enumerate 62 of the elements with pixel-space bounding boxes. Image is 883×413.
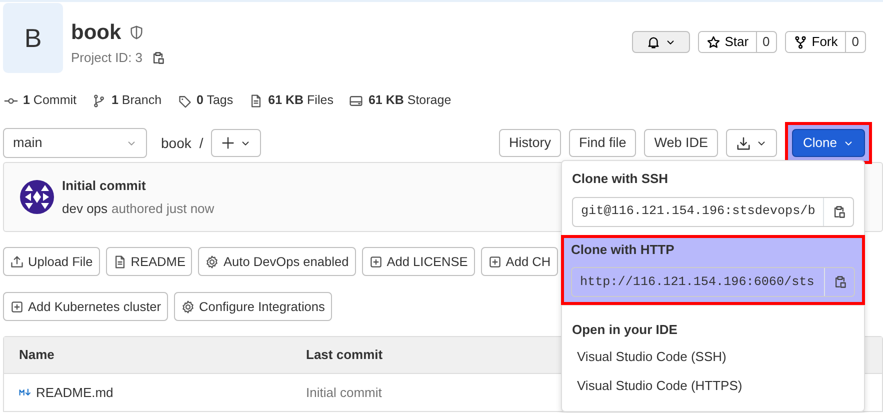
file-icon [249, 94, 264, 108]
quick-action-button[interactable]: Configure Integrations [174, 292, 332, 321]
bell-icon [646, 34, 661, 50]
url-field[interactable]: git@116.121.154.196:stsdevops/b [572, 196, 854, 226]
column-header: Last commit [306, 346, 383, 364]
settings-icon [181, 300, 196, 314]
stat-link[interactable]: 1 Commit [23, 91, 76, 110]
section-title: Open in your IDE [572, 321, 678, 339]
copy-icon [832, 275, 846, 289]
commit-time: authored just now [112, 200, 214, 218]
notification-button[interactable] [632, 31, 690, 53]
download-button[interactable] [726, 129, 778, 157]
copy-icon [150, 50, 165, 65]
file-link[interactable]: README.md [36, 382, 114, 402]
toolbar-button[interactable]: History [498, 129, 561, 157]
quick-action-button[interactable]: Add Kubernetes cluster [3, 292, 168, 321]
section-title: Clone with SSH [572, 170, 670, 188]
star-icon [706, 34, 721, 50]
quick-action-button[interactable]: README [106, 247, 192, 276]
toolbar-button[interactable]: Web IDE [644, 129, 718, 157]
column-header: Name [18, 346, 56, 364]
toolbar-button[interactable]: Find file [568, 129, 636, 157]
add-dropdown-button[interactable] [211, 129, 262, 157]
project-name: book [71, 21, 122, 44]
commit-message: Initial commit [306, 384, 382, 402]
file-icon [112, 254, 127, 268]
ide-link[interactable]: Visual Studio Code (SSH) [562, 342, 864, 371]
breadcrumb-separator: / [199, 134, 204, 152]
count: 0 [844, 32, 865, 52]
ide-link[interactable]: Visual Studio Code (HTTPS) [562, 371, 864, 400]
url-field[interactable]: http://116.121.154.196:6060/sts [571, 267, 855, 297]
plus-icon [368, 254, 383, 268]
stat-link[interactable]: 0 Tags [196, 91, 234, 110]
plus-icon [221, 136, 236, 150]
stat-link[interactable]: 1 Branch [111, 91, 162, 110]
project-avatar: B [3, 3, 63, 73]
breadcrumb-link[interactable]: book [161, 132, 192, 154]
quick-action-button[interactable]: Auto DevOps enabled [198, 247, 356, 276]
copy-icon [832, 204, 846, 218]
stat-link[interactable]: 61 KB Files [268, 91, 334, 110]
tag-icon [178, 94, 192, 108]
section-title: Clone with HTTP [571, 240, 676, 258]
download-icon [736, 136, 752, 150]
branch-select[interactable]: main [3, 128, 147, 158]
branch-icon [92, 94, 106, 108]
storage-icon [349, 94, 364, 108]
shield-icon [129, 25, 144, 40]
plus-icon [10, 300, 24, 314]
count: 0 [756, 32, 776, 52]
clone-button[interactable]: Clone [792, 129, 865, 157]
project-id: Project ID: 3 [71, 49, 143, 68]
commit-title[interactable]: Initial commit [62, 176, 214, 196]
quick-action-button[interactable]: Add CH [480, 247, 558, 276]
author-link[interactable]: dev ops [62, 198, 108, 218]
stat-link[interactable]: 61 KB Storage [368, 91, 452, 110]
quick-action-button[interactable]: Add LICENSE [362, 247, 475, 276]
fork-icon [792, 34, 808, 50]
quick-action-button[interactable]: Upload File [3, 247, 100, 276]
plus-icon [488, 254, 502, 268]
upload-icon [10, 254, 24, 268]
user-avatar [20, 180, 54, 214]
settings-icon [205, 254, 220, 268]
